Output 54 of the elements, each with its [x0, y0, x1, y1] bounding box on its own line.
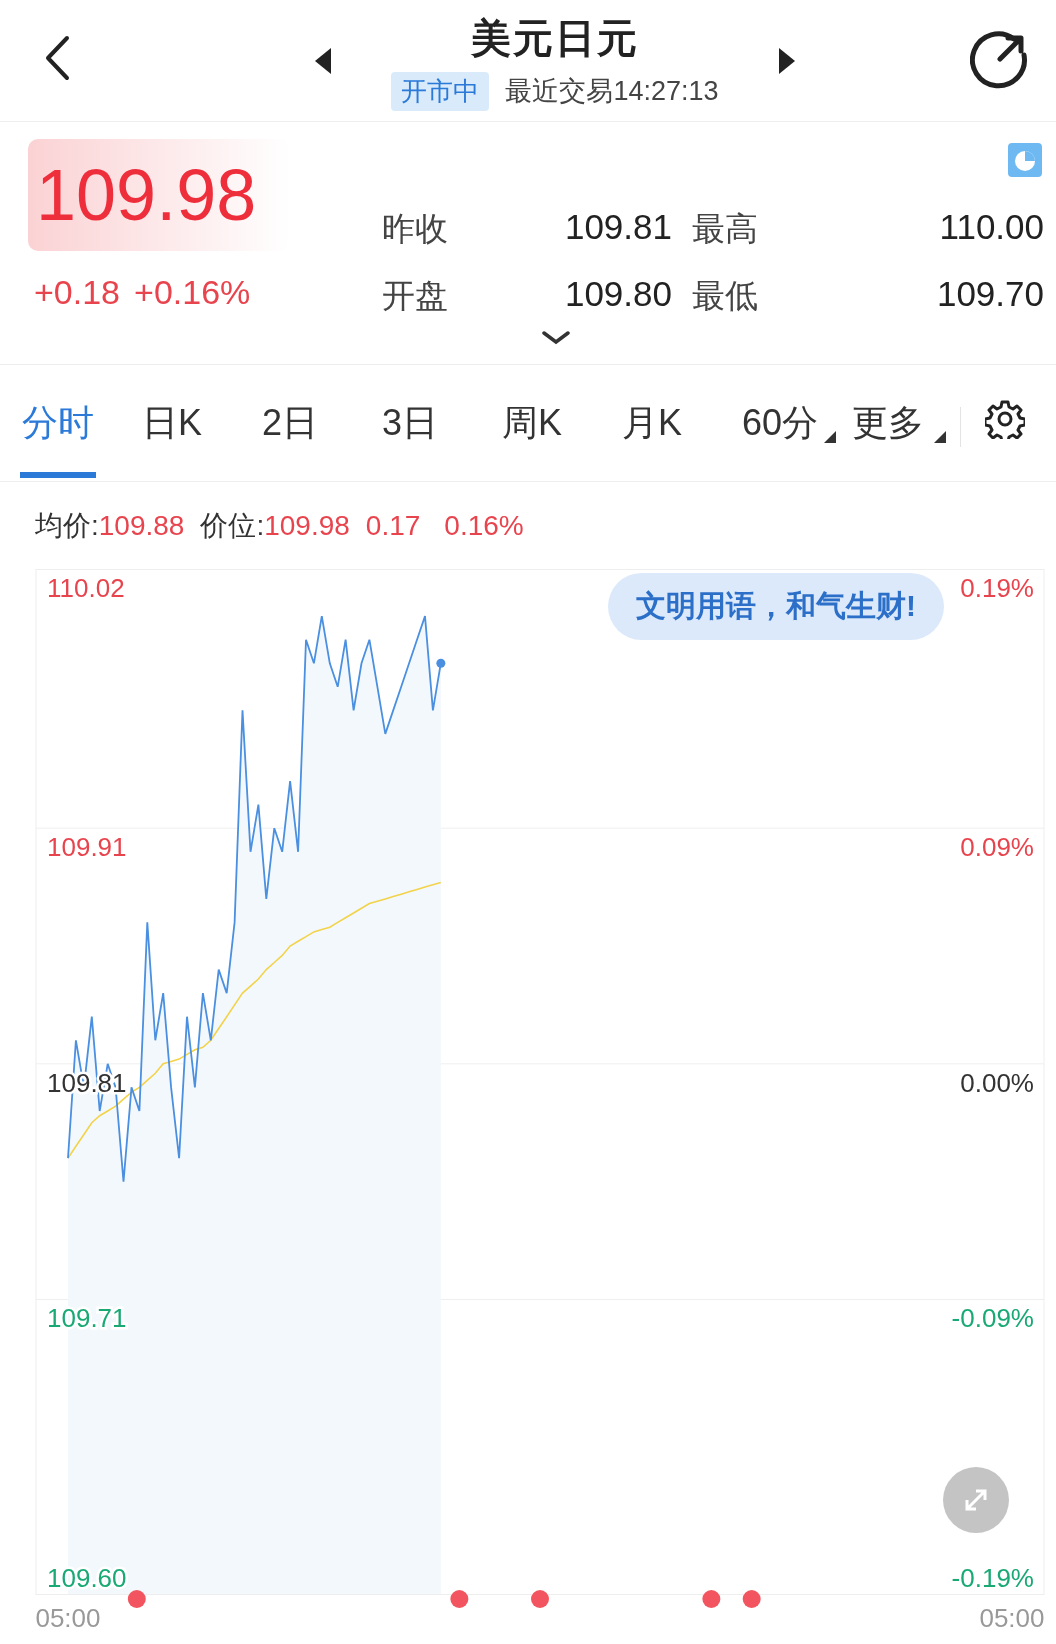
info-value: 109.88 [98, 509, 185, 542]
info-change: 0.17 [365, 509, 421, 542]
window-title: 美元日元 [471, 14, 639, 62]
percent-axis-label: 0.00% [960, 1067, 1034, 1098]
percent-axis-label: -0.09% [951, 1303, 1034, 1334]
last-price-dot [436, 658, 446, 668]
event-marker[interactable] [531, 1590, 549, 1608]
y-axis-label: 109.91 [47, 832, 127, 863]
event-marker[interactable] [742, 1590, 761, 1608]
dropdown-corner-icon [934, 431, 946, 443]
back-icon[interactable] [44, 34, 70, 81]
info-value: 109.98 [264, 509, 350, 542]
stat-value: 109.70 [935, 274, 1044, 315]
price-change: +0.18 [34, 273, 121, 312]
percent-axis-label: 0.19% [960, 573, 1034, 603]
event-marker[interactable] [702, 1590, 721, 1608]
event-marker[interactable] [450, 1590, 469, 1608]
chevron-down-icon[interactable] [542, 331, 570, 345]
next-icon[interactable] [778, 47, 795, 74]
y-axis-label: 109.60 [47, 1562, 127, 1593]
period-tab[interactable]: 分时 [20, 395, 96, 478]
percent-axis-label: -0.19% [951, 1562, 1034, 1593]
stat-value: 109.80 [563, 274, 673, 315]
status-badge: 开市中 [391, 71, 490, 111]
stat-label: 最高 [692, 209, 759, 249]
period-tab[interactable]: 周K [500, 395, 564, 478]
info-label: 均价: [35, 508, 99, 543]
percent-axis-label: 0.09% [960, 832, 1034, 863]
price-change-percent: +0.16% [134, 273, 251, 312]
period-tab[interactable]: 月K [620, 395, 684, 478]
pie-chart-icon[interactable] [1008, 143, 1042, 177]
last-trade-time: 最近交易14:27:13 [505, 75, 719, 108]
settings-icon[interactable] [985, 399, 1025, 439]
period-tab[interactable]: 60分 [740, 395, 821, 478]
time-axis-label: 05:00 [35, 1603, 101, 1633]
y-axis-label: 110.02 [47, 573, 125, 603]
stat-label: 最低 [692, 276, 759, 316]
refresh-icon[interactable] [970, 28, 1030, 89]
period-tab[interactable]: 日K [140, 395, 204, 478]
stat-label: 昨收 [382, 209, 449, 249]
stat-label: 开盘 [382, 276, 449, 316]
dropdown-corner-icon [824, 431, 836, 443]
period-tab[interactable]: 2日 [260, 395, 321, 478]
period-tab[interactable]: 3日 [380, 395, 441, 478]
info-change-percent: 0.16% [444, 509, 524, 542]
info-label: 价位: [200, 508, 265, 543]
previous-icon[interactable] [315, 47, 332, 74]
stat-value: 110.00 [938, 207, 1044, 248]
period-tab[interactable]: 更多 [850, 395, 926, 478]
y-axis-label: 109.71 [47, 1303, 127, 1334]
stat-value: 109.81 [563, 207, 673, 248]
event-marker[interactable] [127, 1590, 146, 1608]
time-axis-label: 05:00 [979, 1603, 1045, 1633]
toast-message: 文明用语，和气生财! [608, 573, 944, 640]
